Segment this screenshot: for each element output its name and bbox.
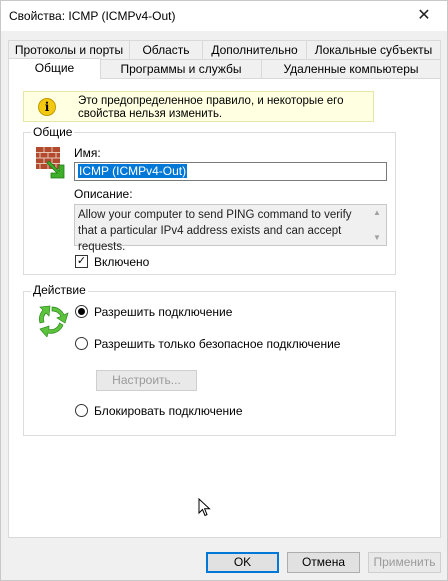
info-banner: i Это предопределенное правило, и некото… [23, 91, 374, 122]
allow-connection-label: Разрешить подключение [94, 305, 233, 319]
enabled-checkbox[interactable]: ✓ [75, 255, 88, 268]
general-group-legend: Общие [31, 125, 75, 139]
enabled-label: Включено [94, 255, 150, 269]
allow-secure-label: Разрешить только безопасное подключение [94, 337, 341, 351]
tab-local-principals[interactable]: Локальные субъекты [306, 40, 441, 60]
configure-button[interactable]: Настроить... [96, 370, 197, 391]
cancel-button[interactable]: Отмена [287, 552, 360, 573]
firewall-rule-icon [36, 147, 65, 179]
close-button[interactable]: ✕ [401, 1, 447, 31]
description-scrollbar[interactable]: ▲ ▼ [369, 205, 386, 245]
description-text: Allow your computer to send PING command… [78, 209, 352, 253]
mouse-cursor-icon [198, 498, 211, 517]
title-bar[interactable]: Свойства: ICMP (ICMPv4-Out) ✕ [1, 1, 447, 31]
name-field[interactable]: ICMP (ICMPv4-Out) [74, 162, 387, 181]
window-title: Свойства: ICMP (ICMPv4-Out) [9, 9, 176, 23]
scroll-down-icon[interactable]: ▼ [373, 233, 381, 242]
allow-secure-radio[interactable] [75, 337, 88, 350]
description-label: Описание: [74, 187, 133, 201]
tab-scope[interactable]: Область [129, 40, 203, 60]
tab-programs-services[interactable]: Программы и службы [100, 59, 262, 79]
tab-advanced[interactable]: Дополнительно [202, 40, 307, 60]
properties-dialog: Свойства: ICMP (ICMPv4-Out) ✕ Протоколы … [0, 0, 448, 581]
refresh-arrows-icon [39, 305, 69, 337]
info-text: Это предопределенное правило, и некоторы… [78, 95, 344, 120]
block-connection-label: Блокировать подключение [94, 404, 243, 418]
name-value: ICMP (ICMPv4-Out) [78, 164, 188, 178]
name-label: Имя: [74, 146, 101, 160]
action-group-legend: Действие [31, 283, 88, 297]
tab-remote-computers[interactable]: Удаленные компьютеры [261, 59, 441, 79]
scroll-up-icon[interactable]: ▲ [373, 208, 381, 217]
apply-button[interactable]: Применить [368, 552, 441, 573]
block-connection-radio[interactable] [75, 404, 88, 417]
description-field[interactable]: Allow your computer to send PING command… [74, 204, 387, 253]
allow-connection-radio[interactable] [75, 305, 88, 318]
tab-general[interactable]: Общие [8, 58, 101, 79]
tab-protocols-ports[interactable]: Протоколы и порты [8, 40, 130, 60]
ok-button[interactable]: OK [206, 552, 279, 573]
info-icon: i [38, 98, 56, 116]
